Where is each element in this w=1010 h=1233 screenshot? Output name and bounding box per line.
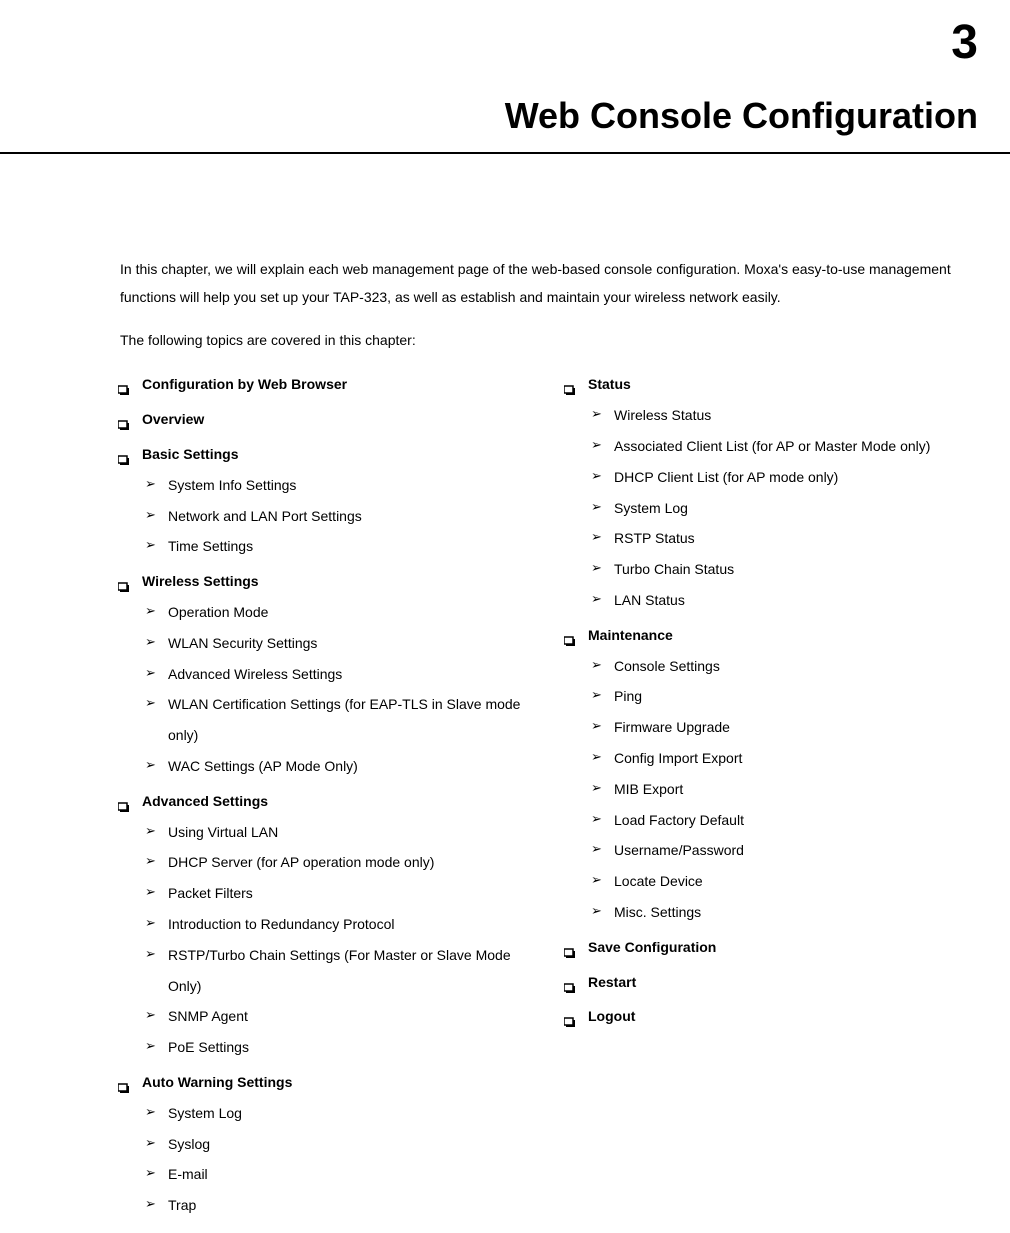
toc-section-label: Basic Settings: [142, 446, 238, 462]
toc-section: Configuration by Web Browser: [120, 369, 536, 400]
toc-section-title[interactable]: Restart: [566, 967, 982, 998]
toc-section-title[interactable]: Save Configuration: [566, 932, 982, 963]
toc-columns: Configuration by Web Browser Overview Basi…: [120, 369, 982, 1225]
toc-sub-item[interactable]: Packet Filters: [120, 878, 536, 909]
toc-section-label: Auto Warning Settings: [142, 1074, 292, 1090]
toc-sub-item[interactable]: RSTP Status: [566, 523, 982, 554]
toc-sub-item[interactable]: Console Settings: [566, 651, 982, 682]
toc-section-title[interactable]: Status: [566, 369, 982, 400]
toc-section-title[interactable]: Auto Warning Settings: [120, 1067, 536, 1098]
toc-section-label: Configuration by Web Browser: [142, 376, 347, 392]
toc-section-title[interactable]: Wireless Settings: [120, 566, 536, 597]
toc-section-label: Restart: [588, 974, 636, 990]
toc-sub-item[interactable]: E-mail: [120, 1159, 536, 1190]
square-bullet-icon: [564, 940, 576, 952]
chapter-number: 3: [951, 15, 978, 70]
square-bullet-icon: [118, 412, 130, 424]
toc-section: Auto Warning Settings System LogSyslogE-m…: [120, 1067, 536, 1221]
toc-section: Save Configuration: [566, 932, 982, 963]
square-bullet-icon: [118, 794, 130, 806]
square-bullet-icon: [564, 628, 576, 640]
toc-section: Logout: [566, 1001, 982, 1032]
toc-sub-item[interactable]: WLAN Security Settings: [120, 628, 536, 659]
toc-sub-item[interactable]: Misc. Settings: [566, 897, 982, 928]
toc-sub-item[interactable]: Syslog: [120, 1129, 536, 1160]
toc-section-title[interactable]: Logout: [566, 1001, 982, 1032]
toc-sub-item[interactable]: Operation Mode: [120, 597, 536, 628]
right-column: Status Wireless StatusAssociated Client L…: [566, 369, 982, 1225]
toc-section-label: Maintenance: [588, 627, 673, 643]
toc-section-title[interactable]: Advanced Settings: [120, 786, 536, 817]
toc-sub-item[interactable]: Associated Client List (for AP or Master…: [566, 431, 982, 462]
toc-sub-item[interactable]: Time Settings: [120, 531, 536, 562]
toc-section-label: Save Configuration: [588, 939, 716, 955]
toc-section: Basic Settings System Info SettingsNetwor…: [120, 439, 536, 562]
toc-section: Status Wireless StatusAssociated Client L…: [566, 369, 982, 615]
toc-section: Maintenance Console SettingsPingFirmware …: [566, 620, 982, 928]
toc-sub-item[interactable]: DHCP Server (for AP operation mode only): [120, 847, 536, 878]
toc-section-label: Logout: [588, 1008, 635, 1024]
toc-section: Restart: [566, 967, 982, 998]
toc-sub-item[interactable]: WAC Settings (AP Mode Only): [120, 751, 536, 782]
toc-section-title[interactable]: Overview: [120, 404, 536, 435]
chapter-title: Web Console Configuration: [505, 95, 978, 137]
toc-section-label: Wireless Settings: [142, 573, 259, 589]
toc-section: Wireless Settings Operation ModeWLAN Secu…: [120, 566, 536, 782]
toc-sub-item[interactable]: System Log: [566, 493, 982, 524]
square-bullet-icon: [118, 1075, 130, 1087]
toc-sub-item[interactable]: Introduction to Redundancy Protocol: [120, 909, 536, 940]
toc-sub-item[interactable]: DHCP Client List (for AP mode only): [566, 462, 982, 493]
toc-section-label: Advanced Settings: [142, 793, 268, 809]
toc-sub-item[interactable]: Locate Device: [566, 866, 982, 897]
toc-sub-item[interactable]: Turbo Chain Status: [566, 554, 982, 585]
toc-sub-item[interactable]: Config Import Export: [566, 743, 982, 774]
square-bullet-icon: [118, 574, 130, 586]
toc-sub-item[interactable]: Advanced Wireless Settings: [120, 659, 536, 690]
toc-section-title[interactable]: Basic Settings: [120, 439, 536, 470]
toc-sub-item[interactable]: PoE Settings: [120, 1032, 536, 1063]
toc-section-title[interactable]: Maintenance: [566, 620, 982, 651]
toc-section-title[interactable]: Configuration by Web Browser: [120, 369, 536, 400]
toc-sub-item[interactable]: RSTP/Turbo Chain Settings (For Master or…: [120, 940, 536, 1002]
toc-sub-item[interactable]: Network and LAN Port Settings: [120, 501, 536, 532]
toc-sub-item[interactable]: Ping: [566, 681, 982, 712]
title-underline: [0, 152, 1010, 154]
toc-section: Advanced Settings Using Virtual LANDHCP S…: [120, 786, 536, 1063]
square-bullet-icon: [118, 377, 130, 389]
square-bullet-icon: [564, 377, 576, 389]
square-bullet-icon: [118, 447, 130, 459]
toc-sub-item[interactable]: System Info Settings: [120, 470, 536, 501]
left-column: Configuration by Web Browser Overview Basi…: [120, 369, 536, 1225]
toc-section: Overview: [120, 404, 536, 435]
square-bullet-icon: [564, 1009, 576, 1021]
toc-sub-item[interactable]: Username/Password: [566, 835, 982, 866]
intro-lead: The following topics are covered in this…: [120, 329, 982, 351]
toc-sub-item[interactable]: Trap: [120, 1190, 536, 1221]
toc-sub-item[interactable]: Using Virtual LAN: [120, 817, 536, 848]
toc-sub-item[interactable]: LAN Status: [566, 585, 982, 616]
toc-sub-item[interactable]: SNMP Agent: [120, 1001, 536, 1032]
toc-sub-item[interactable]: Load Factory Default: [566, 805, 982, 836]
toc-sub-item[interactable]: Wireless Status: [566, 400, 982, 431]
toc-section-label: Overview: [142, 411, 204, 427]
intro-paragraph: In this chapter, we will explain each we…: [120, 255, 982, 311]
toc-section-label: Status: [588, 376, 631, 392]
toc-sub-item[interactable]: Firmware Upgrade: [566, 712, 982, 743]
content-area: In this chapter, we will explain each we…: [120, 255, 982, 1225]
toc-sub-item[interactable]: System Log: [120, 1098, 536, 1129]
square-bullet-icon: [564, 975, 576, 987]
toc-sub-item[interactable]: WLAN Certification Settings (for EAP-TLS…: [120, 689, 536, 751]
toc-sub-item[interactable]: MIB Export: [566, 774, 982, 805]
